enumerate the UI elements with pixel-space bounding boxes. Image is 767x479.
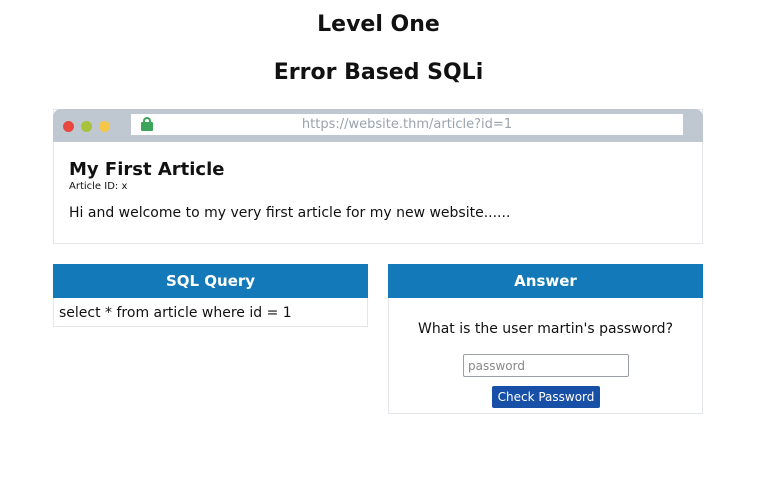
password-input[interactable] xyxy=(463,354,629,377)
window-close-dot xyxy=(63,121,74,132)
browser-toolbar: https://website.thm/article?id=1 xyxy=(53,109,703,142)
window-maximize-dot xyxy=(81,121,92,132)
article-body: Hi and welcome to my very first article … xyxy=(69,205,511,221)
article-title: My First Article xyxy=(69,159,225,180)
answer-panel: Answer What is the user martin's passwor… xyxy=(388,264,703,414)
article-id: Article ID: x xyxy=(69,181,128,192)
check-password-button[interactable]: Check Password xyxy=(492,386,600,408)
window-minimize-dot xyxy=(99,121,110,132)
page-subtitle: Error Based SQLi xyxy=(273,60,484,85)
address-bar[interactable]: https://website.thm/article?id=1 xyxy=(131,114,683,135)
sql-query-text: select * from article where id = 1 xyxy=(59,305,292,321)
sql-query-heading: SQL Query xyxy=(53,264,368,298)
address-url: https://website.thm/article?id=1 xyxy=(301,117,513,132)
question-text: What is the user martin's password? xyxy=(418,321,673,337)
browser-mockup: https://website.thm/article?id=1 My Firs… xyxy=(53,109,703,244)
answer-heading: Answer xyxy=(388,264,703,298)
page-title: Level One xyxy=(317,12,440,37)
sql-query-panel: SQL Query select * from article where id… xyxy=(53,264,368,327)
